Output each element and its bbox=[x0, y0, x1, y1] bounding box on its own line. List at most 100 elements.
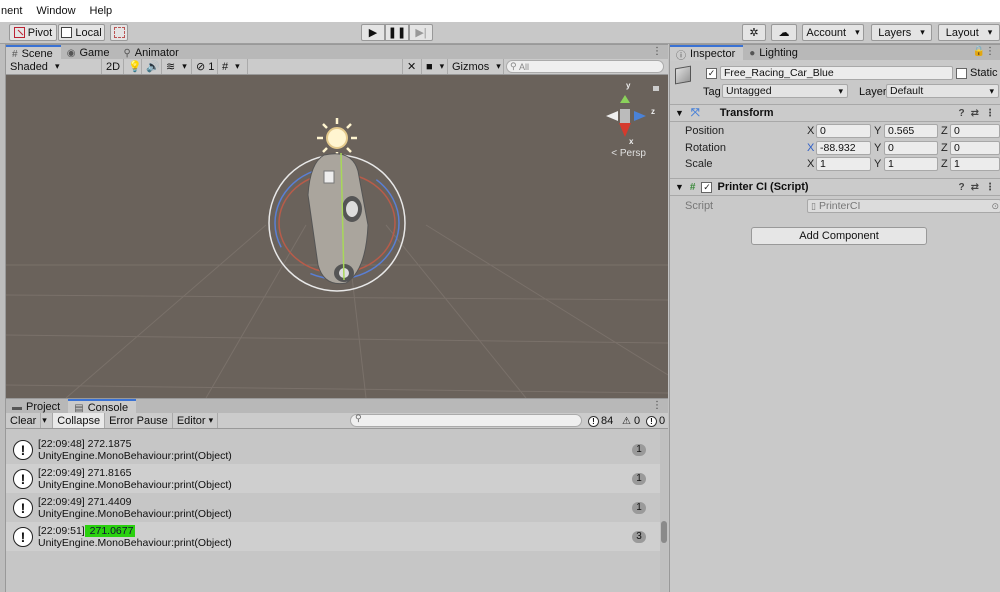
tag-dropdown[interactable]: Untagged bbox=[722, 84, 848, 98]
object-picker-icon[interactable]: ⊙ bbox=[991, 201, 999, 212]
layout-dropdown[interactable]: Layout bbox=[938, 24, 1000, 41]
effects-dropdown[interactable]: ≋ bbox=[162, 59, 192, 74]
error-pause-toggle[interactable]: Error Pause bbox=[105, 413, 173, 428]
local-icon bbox=[61, 27, 73, 38]
account-dropdown[interactable]: Account bbox=[802, 24, 864, 41]
inspector-tab-bar: ⓘ Inspector ● Lighting 🔒 ⋮ bbox=[670, 44, 1000, 62]
scene-menu-icon[interactable]: ⋮ bbox=[652, 46, 662, 57]
camera-dropdown[interactable]: ■ bbox=[422, 59, 448, 74]
console-search-input[interactable] bbox=[350, 413, 582, 427]
static-checkbox[interactable] bbox=[956, 68, 967, 79]
script-reference-field[interactable]: ▯ PrinterCI ⊙ bbox=[807, 199, 1000, 213]
grid-dropdown[interactable]: # bbox=[218, 59, 248, 74]
play-controls: ▶ ❚❚ ▶| bbox=[361, 24, 433, 41]
menu-component[interactable]: nent bbox=[0, 5, 23, 17]
projection-toggle[interactable]: < Persp bbox=[611, 148, 646, 159]
audio-toggle[interactable]: 🔊 bbox=[142, 59, 162, 74]
scene-canvas[interactable] bbox=[6, 75, 668, 398]
position-y-field[interactable]: 0.565 bbox=[884, 124, 938, 138]
log-info-icon: ! bbox=[13, 439, 33, 460]
foldout-arrow-icon[interactable]: ▼ bbox=[675, 108, 684, 118]
scene-viewport[interactable]: y z x < Persp bbox=[6, 75, 668, 398]
clear-button[interactable]: Clear bbox=[6, 413, 42, 428]
sun-light-icon[interactable] bbox=[317, 118, 357, 158]
scale-x-field[interactable]: 1 bbox=[816, 157, 871, 171]
bulb-icon: ● bbox=[749, 47, 756, 59]
foldout-arrow-icon[interactable]: ▼ bbox=[675, 182, 684, 192]
gizmos-dropdown[interactable]: Gizmos bbox=[448, 59, 504, 74]
inspector-menu-icon[interactable]: ⋮ bbox=[985, 46, 995, 57]
chevron-down-icon: ▾ bbox=[42, 415, 47, 425]
effects-icon: ≋ bbox=[166, 61, 176, 73]
scale-x-label: X bbox=[807, 158, 815, 170]
layers-dropdown[interactable]: Layers bbox=[871, 24, 932, 41]
tab-inspector[interactable]: ⓘ Inspector bbox=[670, 45, 744, 62]
transform-header[interactable]: ▼ ⤧ Transform ? ⇄ ⋮ bbox=[670, 104, 1000, 122]
console-scrollbar[interactable] bbox=[660, 429, 668, 592]
static-label: Static bbox=[970, 67, 998, 79]
lock-icon[interactable]: 🔒 bbox=[973, 46, 985, 57]
cloud-button[interactable]: ☁ bbox=[771, 24, 797, 41]
step-button[interactable]: ▶| bbox=[409, 24, 433, 41]
log-entry[interactable]: ! [22:09:49] 271.4409 UnityEngine.MonoBe… bbox=[6, 493, 660, 522]
editor-dropdown[interactable]: Editor bbox=[173, 413, 219, 428]
help-icon[interactable]: ? bbox=[959, 182, 965, 193]
tools-button[interactable]: ✕ bbox=[402, 59, 422, 74]
menu-help[interactable]: Help bbox=[89, 5, 114, 17]
log-entry[interactable]: ! [22:09:48] 272.1875 UnityEngine.MonoBe… bbox=[6, 435, 660, 464]
car-model[interactable] bbox=[307, 152, 369, 285]
shading-mode-dropdown[interactable]: Shaded bbox=[6, 59, 102, 74]
cube-icon[interactable] bbox=[675, 65, 691, 85]
pause-button[interactable]: ❚❚ bbox=[385, 24, 409, 41]
script-enabled-checkbox[interactable]: ✓ bbox=[701, 181, 713, 193]
2d-toggle[interactable]: 2D bbox=[102, 59, 124, 74]
collab-button[interactable]: ✲ bbox=[742, 24, 766, 41]
preset-icon[interactable]: ⇄ bbox=[971, 182, 979, 193]
log-entry[interactable]: ! [22:09:49] 271.8165 UnityEngine.MonoBe… bbox=[6, 464, 660, 493]
preset-icon[interactable]: ⇄ bbox=[971, 108, 979, 119]
collapse-toggle[interactable]: Collapse bbox=[53, 413, 106, 428]
tab-lighting[interactable]: ● Lighting bbox=[743, 45, 806, 61]
component-menu-icon[interactable]: ⋮ bbox=[985, 108, 995, 119]
console-log-list[interactable]: ! [22:09:48] 272.1875 UnityEngine.MonoBe… bbox=[6, 429, 668, 592]
info-icon: ! bbox=[588, 415, 599, 427]
scale-z-label: Z bbox=[941, 158, 948, 170]
local-button[interactable]: Local bbox=[58, 24, 105, 41]
console-menu-icon[interactable]: ⋮ bbox=[652, 400, 662, 411]
snap-button[interactable] bbox=[110, 24, 128, 41]
help-icon[interactable]: ? bbox=[959, 108, 965, 119]
clear-options-dropdown[interactable]: ▾ bbox=[41, 413, 54, 428]
active-checkbox[interactable]: ✓ bbox=[706, 68, 717, 79]
console-icon: ▤ bbox=[74, 402, 84, 414]
menu-window[interactable]: Window bbox=[35, 5, 76, 17]
speaker-icon: 🔊 bbox=[146, 61, 160, 73]
layer-dropdown[interactable]: Default bbox=[886, 84, 999, 98]
scale-y-field[interactable]: 1 bbox=[884, 157, 938, 171]
add-component-button[interactable]: Add Component bbox=[751, 227, 927, 245]
script-component-header[interactable]: ▼ # ✓ Printer CI (Script) ? ⇄ ⋮ bbox=[670, 178, 1000, 196]
info-count-toggle[interactable]: ! 84 bbox=[588, 414, 613, 428]
lock-icon[interactable] bbox=[653, 86, 659, 91]
scene-search-input[interactable]: ⚲ All bbox=[506, 60, 664, 73]
pivot-button[interactable]: Pivot bbox=[9, 24, 57, 41]
rotation-x-field[interactable]: -88.932 bbox=[816, 141, 871, 155]
rotation-z-field[interactable]: 0 bbox=[950, 141, 1000, 155]
play-button[interactable]: ▶ bbox=[361, 24, 385, 41]
log-entry[interactable]: ! [22:09:51] 271.0677 UnityEngine.MonoBe… bbox=[6, 522, 660, 551]
warning-count-toggle[interactable]: ⚠ 0 bbox=[621, 414, 640, 428]
position-z-field[interactable]: 0 bbox=[950, 124, 1000, 138]
log-info-icon: ! bbox=[13, 526, 33, 547]
position-x-field[interactable]: 0 bbox=[816, 124, 871, 138]
object-name-field[interactable]: Free_Racing_Car_Blue bbox=[720, 66, 953, 80]
main-toolbar: Pivot Local ▶ ❚❚ ▶| ✲ ☁ Account Layers L… bbox=[0, 22, 1000, 44]
orientation-gizmo[interactable] bbox=[606, 95, 646, 137]
visibility-toggle[interactable]: ⊘ 1 bbox=[192, 59, 218, 74]
component-menu-icon[interactable]: ⋮ bbox=[985, 182, 995, 193]
lighting-toggle[interactable]: 💡 bbox=[124, 59, 142, 74]
rotation-y-field[interactable]: 0 bbox=[884, 141, 938, 155]
scale-z-field[interactable]: 1 bbox=[950, 157, 1000, 171]
scrollbar-thumb[interactable] bbox=[661, 521, 667, 543]
error-count-toggle[interactable]: ! 0 bbox=[646, 414, 665, 428]
animator-icon: ⚲ bbox=[123, 47, 131, 59]
log-count-badge: 1 bbox=[632, 443, 646, 456]
